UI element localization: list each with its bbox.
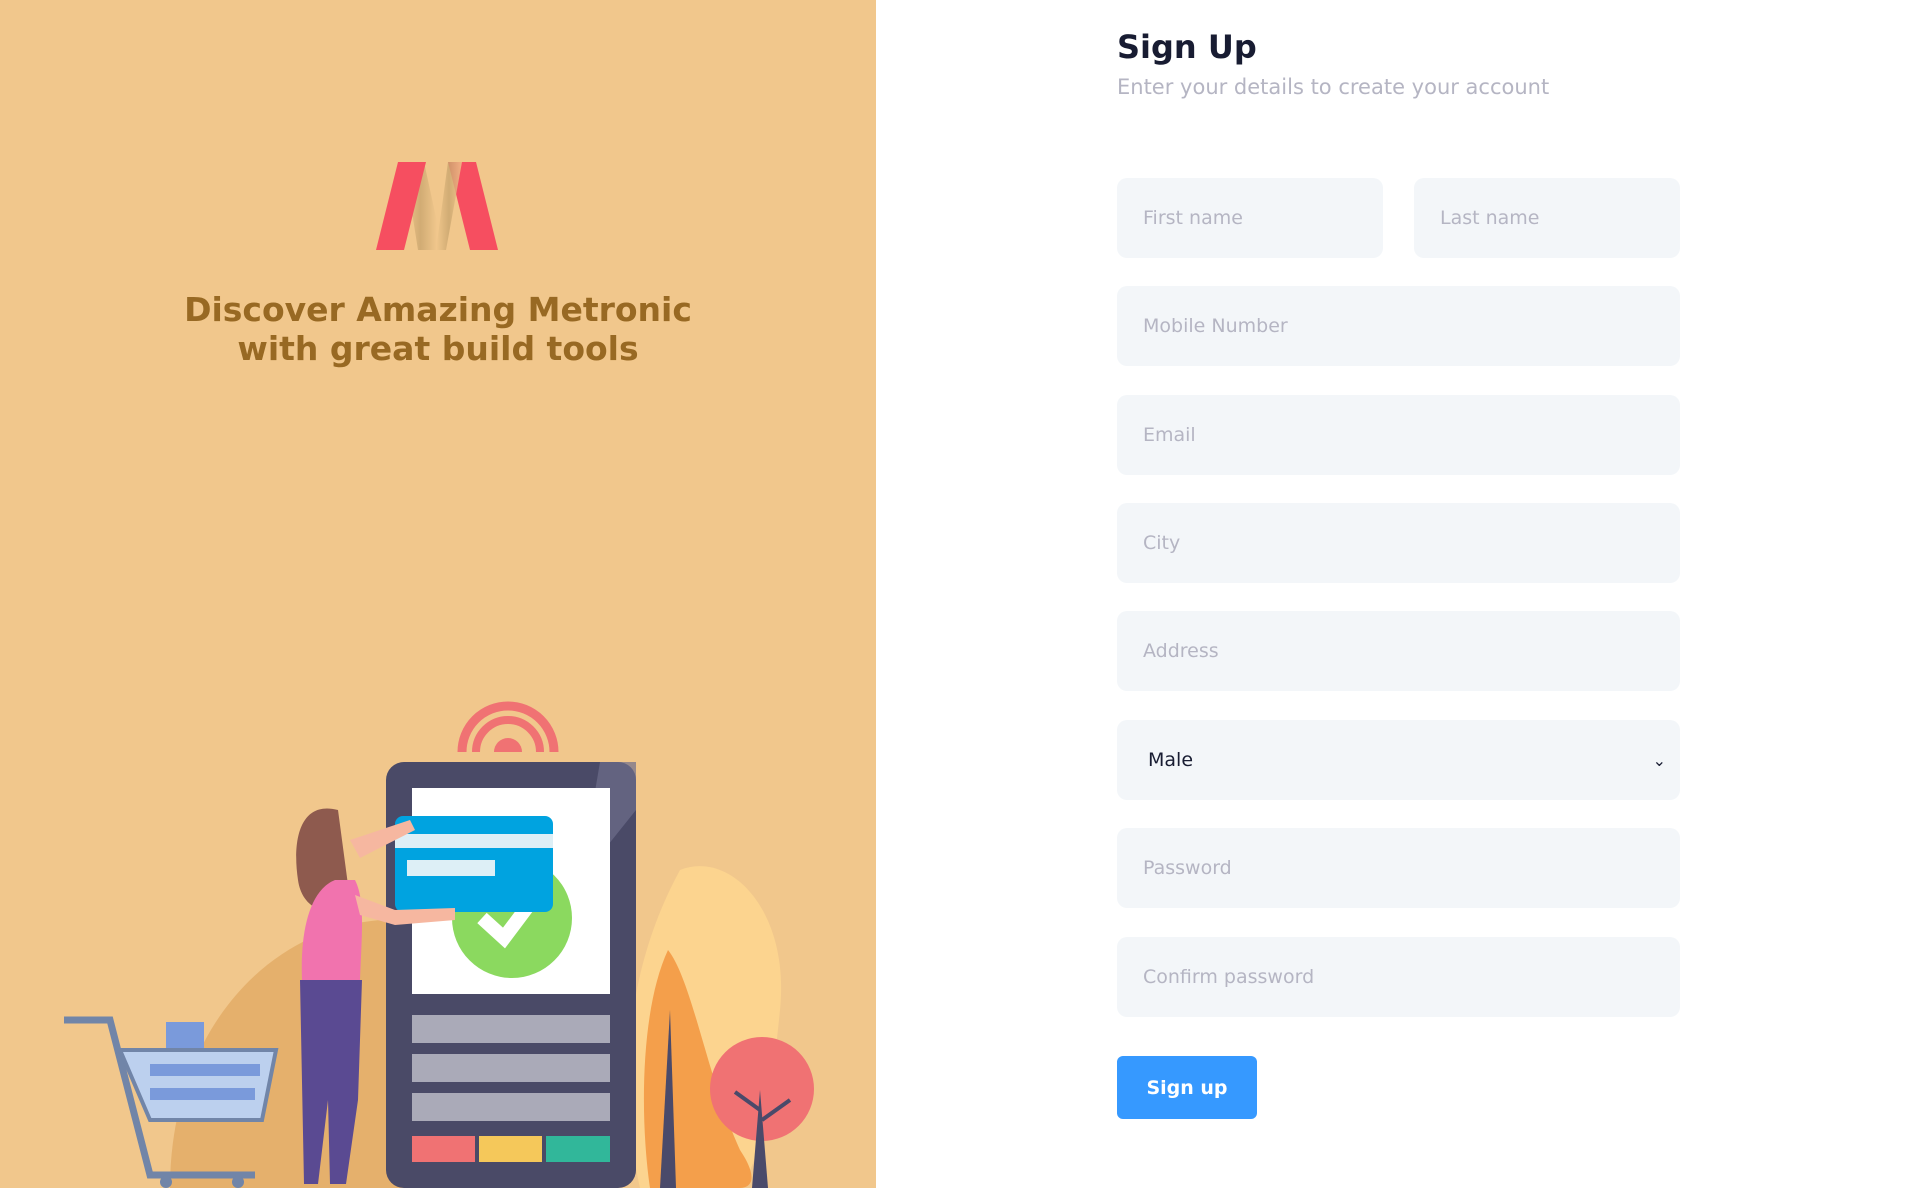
first-name-input[interactable] bbox=[1117, 178, 1383, 258]
address-input[interactable] bbox=[1117, 611, 1680, 691]
metronic-logo bbox=[376, 162, 498, 250]
aside-panel: Discover Amazing Metronic with great bui… bbox=[0, 0, 876, 1188]
shopping-illustration bbox=[64, 701, 814, 1188]
city-input[interactable] bbox=[1117, 503, 1680, 583]
main-panel: Sign Up Enter your details to create you… bbox=[876, 0, 1920, 1188]
aside-title-line-2: with great build tools bbox=[237, 329, 639, 368]
aside-title-line-1: Discover Amazing Metronic bbox=[184, 290, 692, 329]
gender-select[interactable]: Male ⌄ bbox=[1117, 720, 1680, 800]
signup-button[interactable]: Sign up bbox=[1117, 1056, 1257, 1119]
gender-selected-value: Male bbox=[1148, 749, 1194, 771]
signup-form: Sign Up Enter your details to create you… bbox=[1117, 24, 1680, 1119]
mobile-number-input[interactable] bbox=[1117, 286, 1680, 366]
password-input[interactable] bbox=[1117, 828, 1680, 908]
page-title: Sign Up bbox=[1117, 28, 1257, 66]
email-input[interactable] bbox=[1117, 395, 1680, 475]
page-subtitle: Enter your details to create your accoun… bbox=[1117, 75, 1550, 99]
confirm-password-input[interactable] bbox=[1117, 937, 1680, 1017]
chevron-down-icon: ⌄ bbox=[1652, 750, 1666, 770]
last-name-input[interactable] bbox=[1414, 178, 1680, 258]
aside-title: Discover Amazing Metronic with great bui… bbox=[0, 290, 876, 368]
